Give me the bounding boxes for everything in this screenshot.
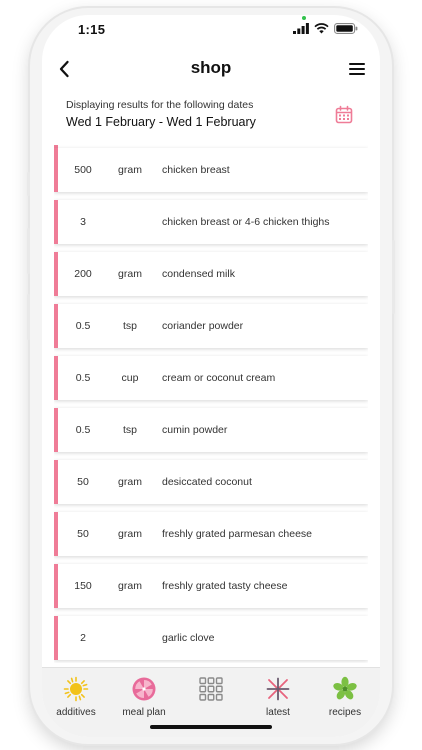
item-quantity: 0.5	[75, 424, 91, 436]
item-name: desiccated coconut	[162, 476, 252, 488]
list-item[interactable]: 2 garlic clove	[54, 616, 368, 660]
list-item[interactable]: 500 gram chicken breast	[54, 148, 368, 192]
item-quantity: 0.5	[75, 320, 91, 332]
hamburger-menu-icon	[349, 63, 365, 65]
list-item[interactable]: 200 gram condensed milk	[54, 252, 368, 296]
nav-label-latest: latest	[266, 707, 290, 718]
item-name: cream or coconut cream	[162, 372, 276, 384]
battery-icon	[334, 23, 358, 34]
camera-indicator-dot	[302, 16, 306, 20]
list-item[interactable]: 3 chicken breast or 4-6 chicken thighs	[54, 200, 368, 244]
nav-label-recipes: recipes	[328, 707, 362, 718]
item-unit: tsp	[122, 320, 137, 332]
date-range-panel: Displaying results for the following dat…	[66, 99, 366, 139]
item-name: chicken breast or 4-6 chicken thighs	[162, 216, 330, 228]
grid-icon	[199, 677, 223, 701]
item-unit: tsp	[122, 424, 137, 436]
item-name: garlic clove	[162, 632, 215, 644]
item-quantity: 50	[77, 476, 89, 488]
item-unit: cup	[121, 372, 139, 384]
list-item[interactable]: 150 gram freshly grated tasty cheese	[54, 564, 368, 608]
latest-icon	[266, 677, 290, 701]
list-item[interactable]: 50 gram freshly grated parmesan cheese	[54, 512, 368, 556]
item-quantity: 150	[74, 580, 92, 592]
nav-latest[interactable]: latest	[248, 676, 308, 718]
item-name: freshly grated tasty cheese	[162, 580, 288, 592]
date-range-value: Wed 1 February - Wed 1 February	[66, 115, 256, 129]
nav-recipes[interactable]: recipes	[315, 676, 375, 718]
status-bar: 1:15	[42, 15, 380, 47]
phone-volume-down	[27, 294, 30, 340]
item-unit: gram	[118, 268, 142, 280]
item-quantity: 50	[77, 528, 89, 540]
item-quantity: 200	[74, 268, 92, 280]
phone-volume-up	[27, 228, 30, 274]
nav-additives[interactable]: additives	[46, 676, 106, 718]
sun-icon	[63, 676, 89, 702]
item-unit: gram	[118, 164, 142, 176]
page-title: shop	[190, 58, 232, 77]
calendar-button[interactable]	[334, 105, 354, 125]
phone-power-button	[392, 240, 395, 314]
list-item[interactable]: 50 gram desiccated coconut	[54, 460, 368, 504]
item-name: freshly grated parmesan cheese	[162, 528, 312, 540]
app-screen: 1:15 shop Displaying results for the fol…	[42, 15, 380, 737]
item-name: coriander powder	[162, 320, 244, 332]
item-name: cumin powder	[162, 424, 228, 436]
app-header: shop	[42, 55, 380, 85]
citrus-slice-icon	[132, 677, 156, 701]
leaf-flower-icon	[333, 676, 357, 700]
nav-label-meal-plan: meal plan	[122, 707, 166, 718]
item-unit: gram	[118, 476, 142, 488]
item-quantity: 2	[80, 632, 86, 644]
list-item[interactable]: 0.5 tsp cumin powder	[54, 408, 368, 452]
list-item[interactable]: 0.5 tsp coriander powder	[54, 304, 368, 348]
item-unit: gram	[118, 528, 142, 540]
calendar-icon	[335, 105, 353, 124]
item-name: chicken breast	[162, 164, 230, 176]
nav-label-additives: additives	[56, 707, 96, 718]
home-indicator[interactable]	[150, 725, 272, 729]
date-range-caption: Displaying results for the following dat…	[66, 99, 254, 111]
item-quantity: 500	[74, 164, 92, 176]
nav-meal-plan[interactable]: meal plan	[114, 676, 174, 718]
item-quantity: 3	[80, 216, 86, 228]
item-name: condensed milk	[162, 268, 235, 280]
item-unit: gram	[118, 580, 142, 592]
phone-silent-switch	[27, 172, 30, 196]
item-quantity: 0.5	[75, 372, 91, 384]
nav-grid[interactable]	[181, 676, 241, 707]
cellular-signal-icon	[293, 23, 309, 34]
shopping-list: 500 gram chicken breast 3 chicken breast…	[54, 145, 368, 663]
wifi-icon	[314, 23, 329, 34]
list-item[interactable]: 0.5 cup cream or coconut cream	[54, 356, 368, 400]
menu-button[interactable]	[346, 58, 368, 80]
status-time: 1:15	[78, 22, 106, 37]
